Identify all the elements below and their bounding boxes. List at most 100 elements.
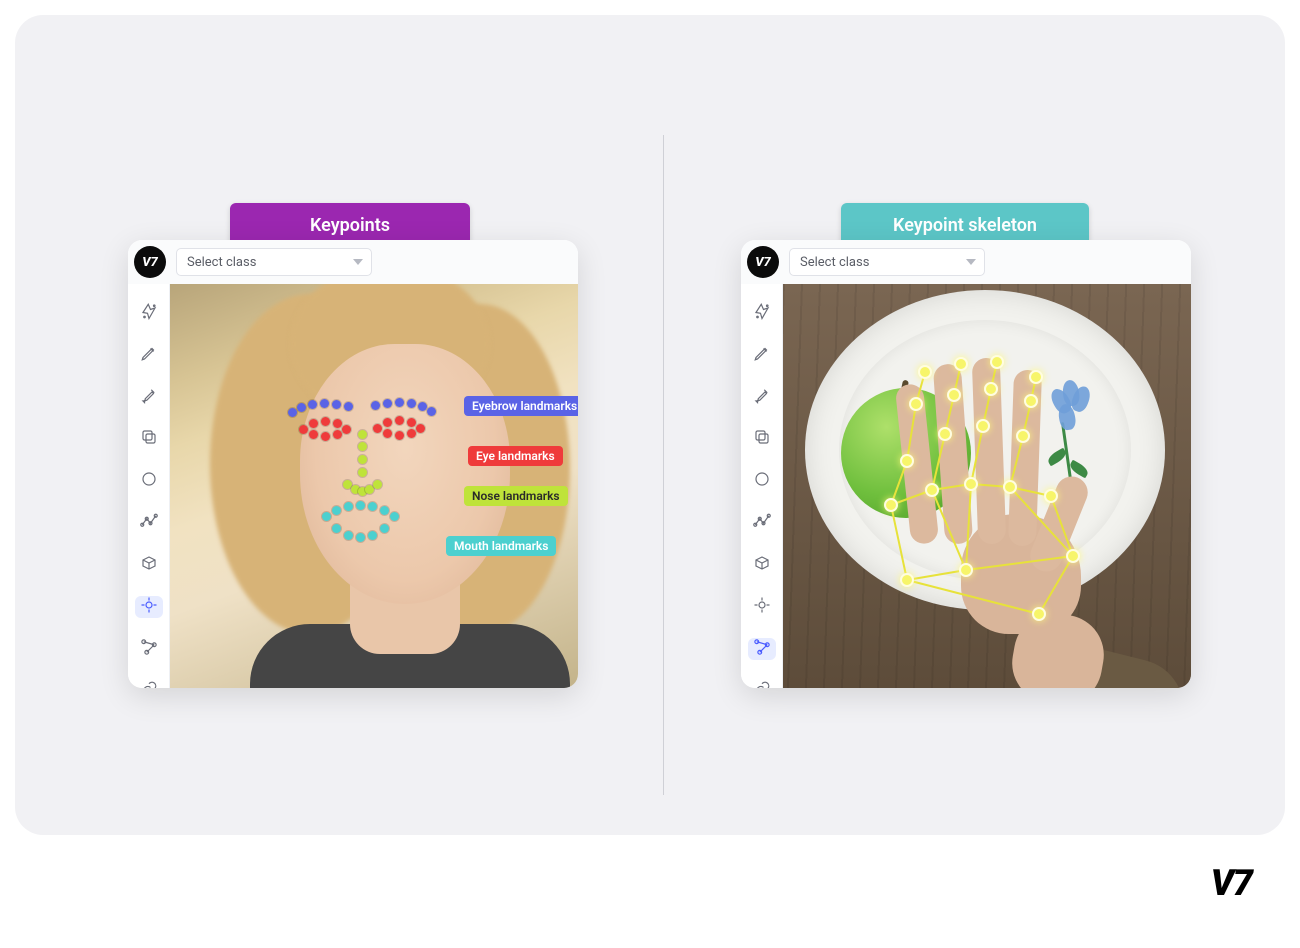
keypoint-eyebrow[interactable]: [297, 403, 306, 412]
keypoint-mouth[interactable]: [380, 524, 389, 533]
keypoint-mouth[interactable]: [368, 502, 377, 511]
cuboid-icon: [753, 554, 771, 576]
keypoint-mouth[interactable]: [344, 502, 353, 511]
keypoint-eye[interactable]: [342, 425, 351, 434]
keypoint-eye[interactable]: [333, 430, 342, 439]
keypoint-mouth[interactable]: [356, 533, 365, 542]
keypoint-eye[interactable]: [321, 432, 330, 441]
copy-icon: [753, 428, 771, 450]
tool-brush[interactable]: [135, 386, 163, 408]
tool-polyline[interactable]: [748, 512, 776, 534]
tool-auto-annotate[interactable]: [135, 302, 163, 324]
keypoint-eyebrow[interactable]: [395, 398, 404, 407]
ellipse-icon: [140, 470, 158, 492]
panel-header: V7 Select class: [128, 240, 578, 284]
keypoint-eye[interactable]: [309, 430, 318, 439]
v7-logo-icon: V7: [747, 246, 779, 278]
annotation-toolbar: [741, 284, 783, 688]
tool-cuboid[interactable]: [748, 554, 776, 576]
keypoint-eye[interactable]: [395, 431, 404, 440]
class-select-dropdown[interactable]: Select class: [789, 248, 985, 276]
tool-skeleton[interactable]: [748, 638, 776, 660]
keypoint-mouth[interactable]: [332, 524, 341, 533]
tool-skeleton[interactable]: [135, 638, 163, 660]
keypoint-mouth[interactable]: [332, 506, 341, 515]
keypoint-eye[interactable]: [321, 417, 330, 426]
keypoint-eyebrow[interactable]: [332, 400, 341, 409]
tool-cuboid[interactable]: [135, 554, 163, 576]
keypoint-eyebrow[interactable]: [418, 402, 427, 411]
tool-polyline[interactable]: [135, 512, 163, 534]
keypoint-nose[interactable]: [358, 430, 367, 439]
tool-keypoint[interactable]: [748, 596, 776, 618]
keypoint-nose[interactable]: [358, 455, 367, 464]
canvas-background: Keypoints Keypoint skeleton V7 Select cl…: [15, 15, 1285, 835]
keypoint-mouth[interactable]: [344, 531, 353, 540]
brand-logo: V7: [1211, 862, 1252, 904]
keypoint-eye[interactable]: [416, 424, 425, 433]
polyline-icon: [753, 512, 771, 534]
keypoint-eyebrow[interactable]: [371, 401, 380, 410]
image-viewport[interactable]: Eyebrow landmarks Eye landmarks Nose lan…: [170, 284, 578, 688]
keypoint-mouth[interactable]: [368, 531, 377, 540]
keypoint-mouth[interactable]: [380, 506, 389, 515]
tool-link[interactable]: [135, 680, 163, 688]
keypoint-eyebrow[interactable]: [383, 399, 392, 408]
tool-copy[interactable]: [135, 428, 163, 450]
keypoint-eyebrow[interactable]: [427, 407, 436, 416]
keypoint-eye[interactable]: [395, 416, 404, 425]
keypoint-nose[interactable]: [373, 480, 382, 489]
annotation-toolbar: [128, 284, 170, 688]
keypoint-eye[interactable]: [333, 419, 342, 428]
keypoint-eyebrow[interactable]: [308, 400, 317, 409]
vertical-divider: [663, 135, 664, 795]
cuboid-icon: [140, 554, 158, 576]
auto-annotate-icon: [140, 302, 158, 324]
tool-keypoint[interactable]: [135, 596, 163, 618]
brush-icon: [140, 386, 158, 408]
keypoint-mouth[interactable]: [390, 512, 399, 521]
skeleton-icon: [753, 638, 771, 660]
keypoint-eye[interactable]: [383, 418, 392, 427]
keypoint-mouth[interactable]: [322, 512, 331, 521]
class-select-placeholder: Select class: [800, 255, 869, 270]
tool-brush[interactable]: [748, 386, 776, 408]
keypoint-eye[interactable]: [299, 425, 308, 434]
keypoint-eye[interactable]: [407, 418, 416, 427]
keypoint-eye[interactable]: [309, 419, 318, 428]
tool-link[interactable]: [748, 680, 776, 688]
image-viewport[interactable]: [783, 284, 1191, 688]
keypoint-eyebrow[interactable]: [320, 399, 329, 408]
keypoint-mouth[interactable]: [356, 501, 365, 510]
keypoint-nose[interactable]: [358, 442, 367, 451]
tool-auto-annotate[interactable]: [748, 302, 776, 324]
keypoint-eye[interactable]: [407, 429, 416, 438]
label-mouth: Mouth landmarks: [446, 536, 556, 556]
copy-icon: [140, 428, 158, 450]
class-select-dropdown[interactable]: Select class: [176, 248, 372, 276]
link-icon: [753, 680, 771, 688]
keypoint-icon: [140, 596, 158, 618]
class-select-placeholder: Select class: [187, 255, 256, 270]
keypoint-nose[interactable]: [358, 468, 367, 477]
keypoint-eyebrow[interactable]: [288, 408, 297, 417]
keypoint-eyebrow[interactable]: [344, 402, 353, 411]
polyline-icon: [140, 512, 158, 534]
tool-ellipse[interactable]: [135, 470, 163, 492]
keypoint-eyebrow[interactable]: [407, 399, 416, 408]
tool-copy[interactable]: [748, 428, 776, 450]
label-eye: Eye landmarks: [468, 446, 563, 466]
keypoint-eye[interactable]: [383, 429, 392, 438]
chevron-down-icon: [966, 259, 976, 265]
brush-icon: [753, 386, 771, 408]
tool-ellipse[interactable]: [748, 470, 776, 492]
keypoint-eye[interactable]: [373, 424, 382, 433]
skeleton-icon: [140, 638, 158, 660]
panel-header: V7 Select class: [741, 240, 1191, 284]
sample-image-hand: [783, 284, 1191, 688]
tool-pen[interactable]: [748, 344, 776, 366]
label-nose: Nose landmarks: [464, 486, 568, 506]
pen-icon: [140, 344, 158, 366]
tool-pen[interactable]: [135, 344, 163, 366]
annotation-panel-skeleton: V7 Select class: [741, 240, 1191, 688]
